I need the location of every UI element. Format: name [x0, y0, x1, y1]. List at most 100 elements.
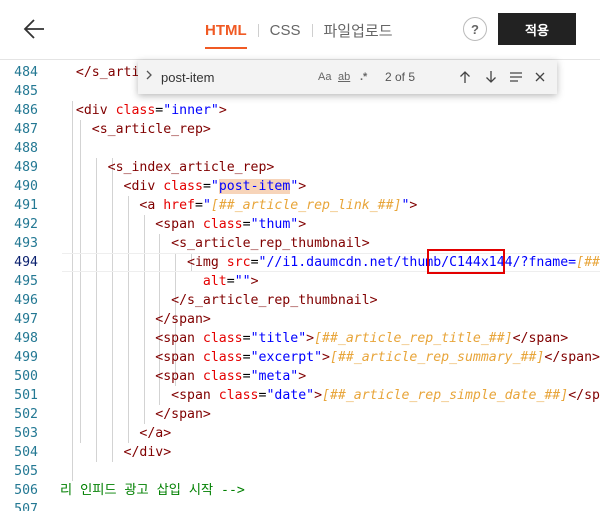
code-text: <div class="inner"> [60, 101, 227, 120]
code-token: [## [576, 255, 600, 270]
search-match-highlight: post-item [218, 179, 291, 194]
code-text: <s_index_article_rep> [60, 158, 275, 177]
code-token: = [242, 331, 251, 346]
code-text: alt=""> [60, 272, 259, 291]
line-number: 496 [14, 293, 38, 308]
code-token: [##_article_rep_summary_##] [330, 350, 545, 365]
code-token: "title" [250, 331, 307, 346]
close-find-button[interactable] [532, 68, 548, 86]
toggle-replace-icon[interactable] [142, 68, 156, 86]
code-token: " [202, 198, 211, 213]
line-number: 504 [14, 445, 38, 460]
tab-css[interactable]: CSS [270, 22, 301, 39]
code-text: </s_arti [60, 63, 140, 82]
code-token: "meta" [250, 369, 299, 384]
code-token: </s_arti [75, 65, 140, 80]
line-number: 497 [14, 312, 38, 327]
code-token: </spa [568, 388, 600, 403]
next-match-button[interactable] [483, 68, 499, 86]
line-number: 502 [14, 407, 38, 422]
match-case-toggle[interactable]: Aa [318, 69, 331, 85]
whole-word-toggle[interactable]: ab [338, 69, 350, 85]
code-line: 488 [0, 139, 600, 158]
code-line: 489 <s_index_article_rep> [0, 158, 600, 177]
code-token: = [202, 179, 211, 194]
code-text: <span class="meta"> [60, 367, 306, 386]
tab-file-upload[interactable]: 파일업로드 [324, 20, 393, 41]
code-token: <span [155, 331, 203, 346]
code-token: class [202, 217, 243, 232]
code-text: <span class="excerpt">[##_article_rep_su… [60, 348, 600, 367]
code-token: "inner" [163, 103, 219, 118]
line-number: 507 [14, 502, 38, 511]
code-text: <span class="title">[##_article_rep_titl… [60, 329, 568, 348]
line-number: 485 [14, 84, 38, 99]
code-line: 503 </a> [0, 424, 600, 443]
code-token: </span> [512, 331, 569, 346]
find-in-selection-button[interactable] [508, 68, 524, 86]
code-token: <div [75, 103, 116, 118]
code-token: <img [187, 255, 227, 270]
code-line: 496 </s_article_rep_thumbnail> [0, 291, 600, 310]
code-text: <s_article_rep> [60, 120, 211, 139]
code-text: </div> [60, 443, 172, 462]
code-token: class [202, 331, 243, 346]
code-token: "//i1.daumcdn.net/thumb/C144x144/?fname= [258, 255, 577, 270]
code-token: class [218, 388, 259, 403]
close-icon [535, 72, 545, 82]
line-number: 505 [14, 464, 38, 479]
code-token: "date" [266, 388, 315, 403]
arrow-left-icon [23, 19, 44, 39]
regex-toggle[interactable]: .* [360, 69, 367, 85]
code-line: 505 [0, 462, 600, 481]
code-token: alt [202, 274, 227, 289]
line-number: 503 [14, 426, 38, 441]
line-number: 506 [14, 483, 38, 498]
line-number: 488 [14, 141, 38, 156]
code-text: <s_article_rep_thumbnail> [60, 234, 370, 253]
line-number: 492 [14, 217, 38, 232]
code-token: <s_article_rep> [91, 122, 211, 137]
tab-divider [311, 23, 313, 37]
code-token: class [202, 350, 243, 365]
code-token: 리 인피드 광고 삽입 시작 --> [60, 483, 245, 498]
code-token: class [115, 103, 156, 118]
line-number: 487 [14, 122, 38, 137]
previous-match-button[interactable] [457, 68, 473, 86]
code-token: = [242, 350, 251, 365]
code-token: " [210, 179, 219, 194]
code-token: <span [155, 217, 203, 232]
code-token: "" [234, 274, 251, 289]
code-text: <div class="post-item"> [60, 177, 306, 196]
code-text: </s_article_rep_thumbnail> [60, 291, 377, 310]
tab-divider [257, 23, 259, 37]
line-number: 491 [14, 198, 38, 213]
code-token: </span> [544, 350, 600, 365]
arrow-up-icon [460, 71, 470, 83]
code-editor[interactable]: 484 </s_arti 485 486 <div class="inner"> 48… [0, 61, 600, 511]
back-arrow-icon[interactable] [20, 14, 50, 44]
code-token: [##_article_rep_link_##] [210, 198, 402, 213]
line-number: 489 [14, 160, 38, 175]
line-number: 493 [14, 236, 38, 251]
arrow-down-icon [486, 71, 496, 83]
code-token: class [163, 179, 203, 194]
line-number: 495 [14, 274, 38, 289]
tab-html[interactable]: HTML [205, 22, 247, 49]
code-token: <span [171, 388, 219, 403]
apply-button[interactable]: 적용 [498, 13, 576, 45]
code-line: 502 </span> [0, 405, 600, 424]
line-number: 486 [14, 103, 38, 118]
help-button[interactable]: ? [463, 17, 487, 41]
